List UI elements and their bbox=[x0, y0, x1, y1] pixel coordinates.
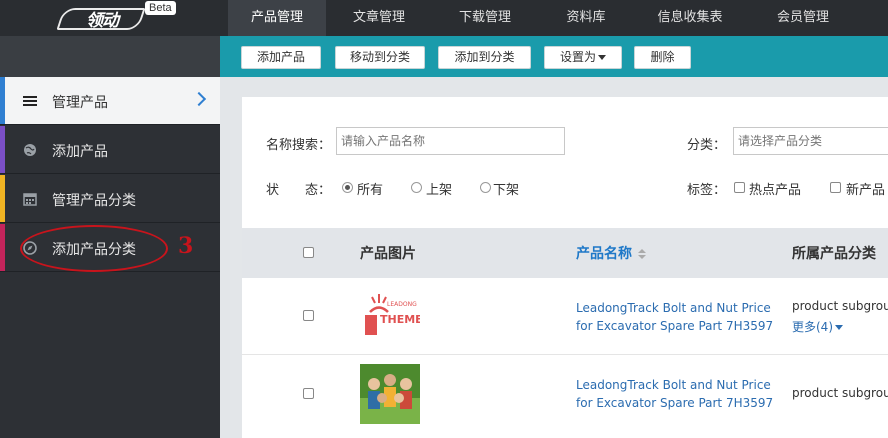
tags-label: 标签： bbox=[687, 183, 727, 198]
row-checkbox[interactable] bbox=[303, 310, 314, 321]
active-accent-bar bbox=[0, 77, 5, 124]
nav-tab-articles[interactable]: 文章管理 bbox=[336, 0, 422, 36]
table-header: 产品图片 产品名称 所属产品分类 bbox=[242, 228, 888, 278]
add-to-category-button[interactable]: 添加到分类 bbox=[438, 46, 531, 69]
name-search-input[interactable] bbox=[336, 127, 565, 155]
action-toolbar: 添加产品 移动到分类 添加到分类 设置为 删除 bbox=[220, 36, 888, 77]
sort-icon bbox=[638, 249, 646, 259]
accent-bar bbox=[0, 224, 5, 271]
add-product-button[interactable]: 添加产品 bbox=[241, 46, 321, 69]
row-checkbox[interactable] bbox=[303, 388, 314, 399]
sidebar-item-label: 管理产品 bbox=[52, 95, 108, 111]
annotation-ellipse bbox=[20, 225, 168, 272]
svg-text:THEME: THEME bbox=[380, 313, 420, 326]
set-as-dropdown[interactable]: 设置为 bbox=[544, 46, 622, 69]
beta-badge: Beta bbox=[145, 1, 176, 15]
caret-down-icon bbox=[835, 325, 843, 330]
product-thumbnail[interactable] bbox=[360, 364, 420, 424]
more-categories-label: 更多(4) bbox=[792, 320, 833, 334]
product-name-link[interactable]: LeadongTrack Bolt and Nut Price for Exca… bbox=[576, 376, 776, 412]
column-header-name-label: 产品名称 bbox=[576, 246, 632, 262]
table-row: LeadongTrack Bolt and Nut Price for Exca… bbox=[242, 356, 888, 438]
tag-new-label: 新产品 bbox=[846, 183, 886, 198]
table-row: LEADONG THEME LeadongTrack Bolt and Nut … bbox=[242, 278, 888, 355]
calendar-icon bbox=[23, 193, 37, 206]
product-category: product subgroup bbox=[792, 299, 888, 313]
sidebar-item-label: 添加产品 bbox=[52, 144, 108, 160]
svg-text:LEADONG: LEADONG bbox=[387, 301, 417, 308]
sidebar-item-add-product[interactable]: 添加产品 bbox=[0, 126, 220, 174]
globe-icon bbox=[24, 144, 36, 156]
delete-button[interactable]: 删除 bbox=[634, 46, 691, 69]
nav-tab-library[interactable]: 资料库 bbox=[548, 0, 624, 36]
more-categories-toggle[interactable]: 更多(4) bbox=[792, 318, 843, 335]
chevron-right-icon bbox=[191, 91, 207, 107]
product-name-link[interactable]: LeadongTrack Bolt and Nut Price for Exca… bbox=[576, 299, 776, 335]
brand-logo[interactable]: 领动 Beta bbox=[0, 0, 220, 36]
sidebar-item-manage-products[interactable]: 管理产品 bbox=[0, 77, 220, 125]
category-label: 分类： bbox=[687, 138, 727, 153]
status-all-radio[interactable] bbox=[342, 182, 353, 193]
product-thumbnail[interactable]: LEADONG THEME bbox=[360, 286, 420, 346]
status-all-label: 所有 bbox=[357, 183, 384, 198]
toolbar-spacer bbox=[0, 36, 220, 77]
sidebar-item-label: 管理产品分类 bbox=[52, 193, 136, 209]
column-header-image: 产品图片 bbox=[360, 246, 416, 262]
list-icon bbox=[23, 96, 37, 106]
column-header-name[interactable]: 产品名称 bbox=[576, 243, 646, 263]
nav-tab-downloads[interactable]: 下载管理 bbox=[442, 0, 528, 36]
category-select[interactable] bbox=[733, 127, 888, 155]
status-on-shelf-radio[interactable] bbox=[411, 182, 422, 193]
caret-down-icon bbox=[598, 55, 606, 60]
accent-bar bbox=[0, 175, 5, 222]
top-bar: 领动 Beta 产品管理 文章管理 下载管理 资料库 信息收集表 会员管理 bbox=[0, 0, 888, 36]
status-off-shelf-label: 下架 bbox=[493, 183, 520, 198]
nav-tab-forms[interactable]: 信息收集表 bbox=[640, 0, 740, 36]
move-to-category-button[interactable]: 移动到分类 bbox=[335, 46, 425, 69]
set-as-label: 设置为 bbox=[559, 50, 596, 64]
tag-hot-label: 热点产品 bbox=[749, 183, 802, 198]
nav-tab-members[interactable]: 会员管理 bbox=[760, 0, 846, 36]
tag-hot-checkbox[interactable] bbox=[734, 182, 745, 193]
nav-tab-products[interactable]: 产品管理 bbox=[228, 0, 326, 36]
status-off-shelf-radio[interactable] bbox=[480, 182, 491, 193]
logo-text: 领动 bbox=[86, 11, 119, 31]
tag-new-checkbox[interactable] bbox=[830, 182, 841, 193]
name-search-label: 名称搜索： bbox=[266, 138, 332, 153]
status-on-shelf-label: 上架 bbox=[426, 183, 453, 198]
sidebar-item-manage-categories[interactable]: 管理产品分类 bbox=[0, 175, 220, 223]
accent-bar bbox=[0, 126, 5, 173]
annotation-step-number: 3 bbox=[178, 233, 194, 259]
select-all-checkbox[interactable] bbox=[303, 247, 314, 258]
product-category: product subgroup bbox=[792, 386, 888, 400]
column-header-category: 所属产品分类 bbox=[792, 246, 876, 262]
status-label: 状 态： bbox=[266, 183, 332, 198]
